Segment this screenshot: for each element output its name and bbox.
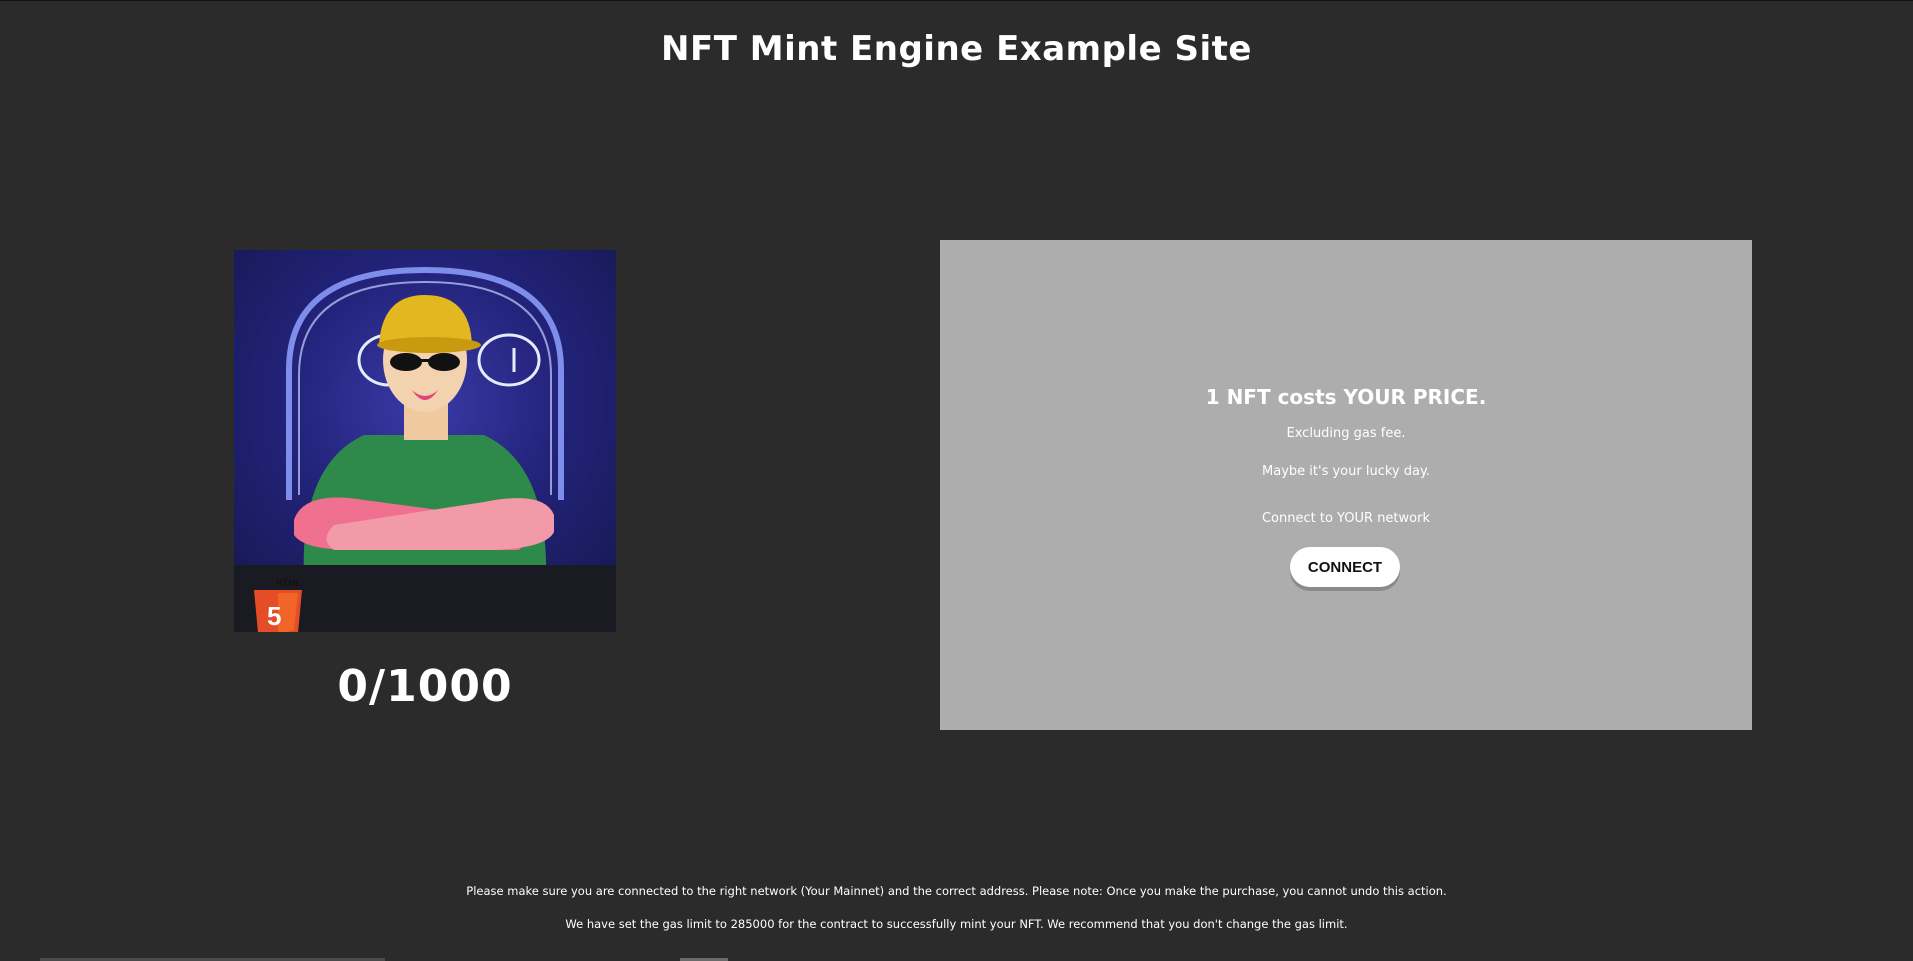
page: NFT Mint Engine Example Site HTML 5 0/10…: [0, 0, 1913, 961]
gas-limit-notice: We have set the gas limit to 285000 for …: [565, 917, 1348, 931]
mint-counter: 0/1000: [337, 661, 513, 712]
svg-text:HTML: HTML: [276, 578, 301, 588]
lucky-day-text: Maybe it's your lucky day.: [1262, 464, 1430, 479]
mint-panel: 1 NFT costs YOUR PRICE. Excluding gas fe…: [940, 240, 1752, 730]
svg-text:5: 5: [267, 601, 281, 631]
network-instruction-text: Connect to YOUR network: [1261, 511, 1430, 526]
connect-button[interactable]: CONNECT: [1290, 547, 1400, 587]
network-notice: Please make sure you are connected to th…: [466, 884, 1447, 898]
nft-preview-image: HTML 5: [234, 250, 616, 632]
gas-fee-text: Excluding gas fee.: [1286, 426, 1406, 441]
site-title: NFT Mint Engine Example Site: [661, 29, 1252, 69]
nft-artwork: HTML 5: [234, 266, 616, 632]
price-text: 1 NFT costs YOUR PRICE.: [1205, 385, 1487, 409]
